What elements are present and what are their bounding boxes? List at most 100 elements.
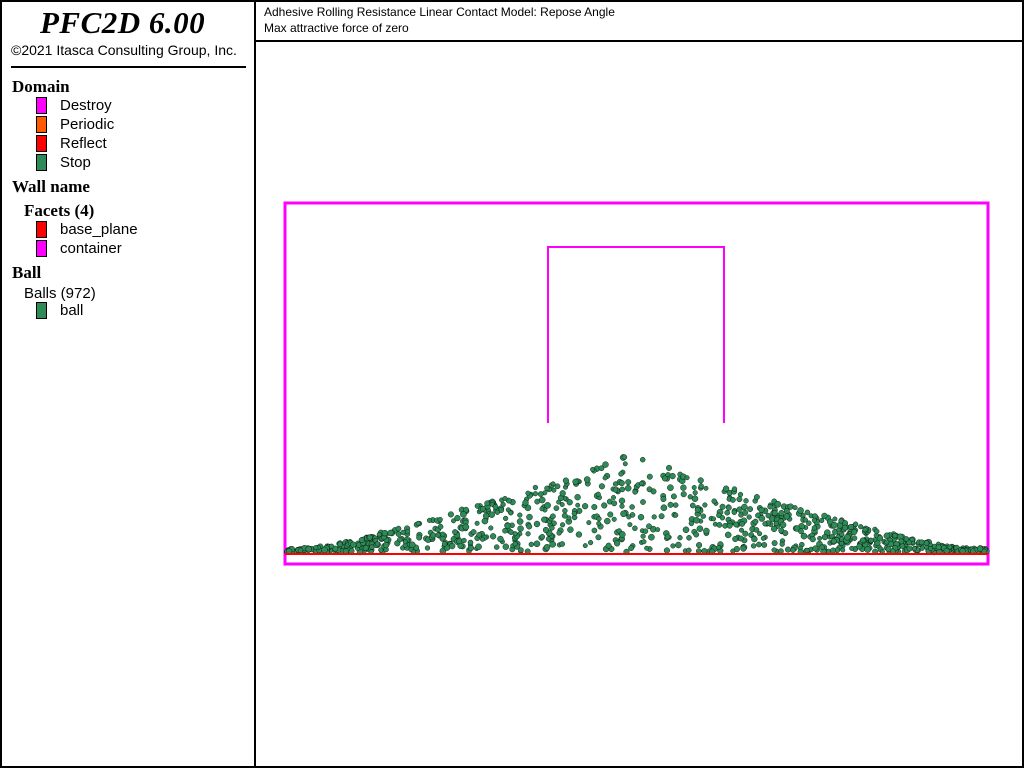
ball	[831, 521, 838, 529]
ball	[374, 541, 380, 547]
ball	[666, 464, 672, 471]
ball	[619, 503, 625, 509]
ball	[502, 496, 508, 501]
ball	[693, 531, 700, 538]
ball	[773, 520, 779, 526]
plot-area[interactable]	[258, 42, 1020, 764]
ball	[461, 537, 467, 544]
ball	[562, 477, 569, 484]
ball	[661, 475, 668, 482]
ball	[868, 537, 874, 544]
ball	[574, 494, 581, 501]
ball	[746, 514, 752, 520]
ball	[395, 525, 402, 532]
ball	[526, 513, 533, 521]
ball	[684, 475, 690, 481]
legend-item-label: Stop	[60, 154, 91, 171]
ball	[358, 537, 365, 543]
ball	[690, 502, 696, 509]
ball	[512, 541, 518, 547]
ball	[739, 521, 745, 527]
ball	[802, 517, 808, 523]
ball	[618, 497, 626, 504]
ball	[591, 527, 598, 534]
model-view[interactable]	[258, 42, 1020, 764]
ball	[297, 547, 304, 553]
ball	[618, 480, 625, 487]
ball	[779, 541, 785, 547]
ball	[918, 539, 925, 546]
ball	[479, 536, 485, 542]
ball	[856, 543, 863, 550]
ball	[771, 547, 777, 553]
ball	[909, 537, 915, 542]
ball	[839, 531, 845, 537]
ball	[742, 509, 749, 516]
ball	[737, 491, 744, 498]
ball	[395, 531, 402, 537]
ball	[553, 505, 560, 512]
ball	[733, 521, 740, 528]
ball	[911, 545, 917, 552]
ball	[382, 541, 390, 549]
ball	[726, 522, 733, 529]
ball	[560, 522, 566, 528]
ball	[670, 493, 677, 500]
ball	[415, 520, 421, 526]
ball	[787, 503, 794, 510]
ball	[646, 473, 653, 480]
ball	[640, 499, 646, 505]
ball	[525, 490, 531, 496]
ball	[809, 536, 816, 543]
swatch-reflect	[36, 135, 47, 152]
ball	[611, 516, 617, 522]
ball	[673, 512, 679, 518]
legend-item-label: Destroy	[60, 97, 112, 114]
ball	[376, 532, 382, 538]
ball	[864, 546, 871, 553]
ball	[774, 501, 782, 508]
ball	[596, 521, 602, 526]
ball	[517, 525, 524, 532]
ball	[488, 511, 495, 518]
legend-heading-balls: Balls (972)	[24, 285, 96, 302]
ball	[703, 527, 710, 535]
ball	[646, 523, 652, 530]
ball	[604, 517, 611, 525]
ball	[783, 513, 790, 520]
swatch-periodic	[36, 116, 47, 133]
ball	[722, 485, 730, 492]
ball	[701, 548, 708, 554]
ball	[646, 486, 653, 493]
ball	[658, 513, 665, 520]
ball	[542, 526, 550, 534]
ball	[737, 535, 744, 542]
ball	[549, 541, 556, 548]
ball	[702, 502, 708, 508]
ball	[424, 545, 431, 551]
ball	[811, 517, 817, 523]
ball	[426, 517, 433, 523]
ball	[596, 516, 602, 522]
ball	[619, 486, 626, 493]
ball	[804, 509, 811, 516]
ball	[532, 484, 539, 491]
ball	[621, 454, 628, 460]
ball	[935, 544, 942, 551]
ball	[692, 490, 698, 496]
ball	[725, 504, 732, 511]
ball	[550, 513, 556, 520]
ball	[947, 544, 953, 550]
ball	[758, 506, 765, 513]
ball	[543, 544, 551, 551]
ball	[539, 534, 545, 540]
ball	[724, 531, 732, 539]
ball	[730, 548, 736, 554]
ball	[641, 539, 647, 545]
ball	[693, 517, 700, 524]
ball	[475, 543, 482, 551]
ball	[470, 529, 477, 535]
ball	[437, 517, 443, 523]
ball	[756, 541, 762, 548]
ball	[732, 536, 739, 542]
